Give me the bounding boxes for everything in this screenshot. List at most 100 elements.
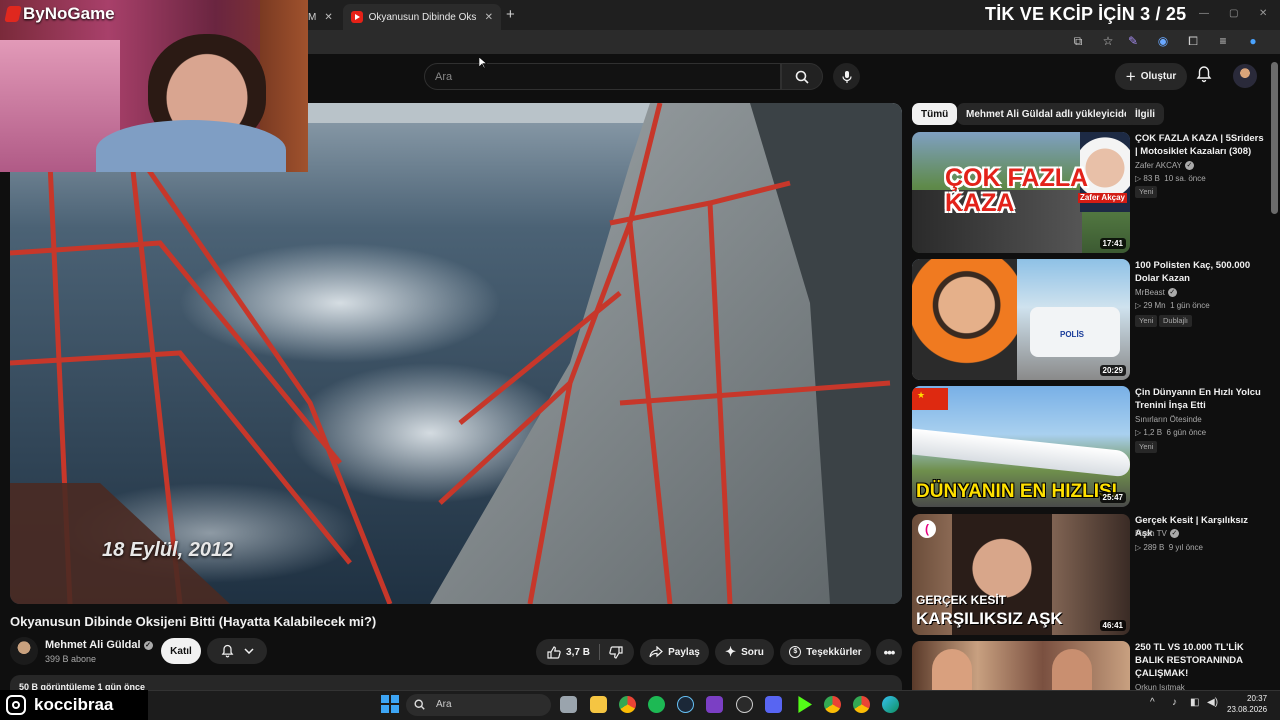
- taskbar-clock[interactable]: 20:37 23.08.2026: [1227, 693, 1267, 715]
- chip-all[interactable]: Tümü: [912, 103, 958, 125]
- install-app-icon[interactable]: ⧉: [1070, 34, 1086, 49]
- mouse-cursor-icon: [479, 57, 487, 69]
- recommendation-channel[interactable]: Zafer AKCAY ✓: [1135, 161, 1194, 170]
- recommendation-views: ▷ 289 B: [1135, 543, 1165, 552]
- search-button[interactable]: [781, 63, 823, 90]
- start-tile: [381, 695, 389, 703]
- search-input[interactable]: Ara: [424, 63, 781, 90]
- menu-icon[interactable]: ⋮: [1275, 34, 1280, 49]
- chip-related[interactable]: İlgili: [1126, 103, 1164, 125]
- new-tab-button[interactable]: +: [506, 6, 515, 23]
- subscriber-count: 399 B abone: [45, 654, 97, 664]
- recommendation-views: ▷ 29 Mn: [1135, 301, 1166, 310]
- task-view-icon[interactable]: [560, 696, 577, 713]
- avatar[interactable]: [1233, 64, 1257, 88]
- webcam-person-shirt: [96, 120, 286, 172]
- obs-icon[interactable]: [736, 696, 753, 713]
- ask-label: Soru: [741, 646, 764, 658]
- recommendation-channel[interactable]: Flash TV ✓: [1135, 529, 1179, 538]
- search-icon: [414, 699, 425, 710]
- reading-list-icon[interactable]: ≡: [1215, 34, 1231, 49]
- brand-logo: ByNoGame: [4, 4, 115, 24]
- search-icon: [795, 70, 809, 84]
- channel-avatar[interactable]: [10, 637, 38, 665]
- share-button[interactable]: Paylaş: [640, 639, 709, 665]
- thumbs-down-icon[interactable]: [609, 645, 623, 659]
- more-actions-button[interactable]: •••: [876, 639, 902, 665]
- super-thanks-icon: $: [789, 646, 802, 658]
- thumbnail-name-tag: Zafer Akçay: [1077, 193, 1127, 203]
- extensions-icon[interactable]: ⧠: [1185, 34, 1201, 49]
- like-count: 3,7 B: [566, 646, 590, 658]
- network-icon[interactable]: ◧: [1190, 697, 1199, 708]
- close-window-icon[interactable]: ✕: [1259, 8, 1267, 19]
- create-button[interactable]: + Oluştur: [1115, 63, 1187, 90]
- recommendation-title[interactable]: ÇOK FAZLA KAZA | 5Sriders | Motosiklet K…: [1135, 132, 1265, 158]
- tray-chevron-icon[interactable]: ^: [1150, 697, 1155, 708]
- minimize-icon[interactable]: —: [1199, 8, 1209, 19]
- recommendation-age: 9 yıl önce: [1168, 543, 1203, 552]
- start-tile: [391, 705, 399, 713]
- recommendation-meta: ▷ 289 B 9 yıl önce: [1135, 543, 1203, 552]
- ask-button[interactable]: ✦ Soru: [715, 639, 774, 665]
- recommendation-thumbnail[interactable]: ★ DÜNYANIN EN HIZLISI 25:47: [912, 386, 1130, 507]
- discord-icon[interactable]: [765, 696, 782, 713]
- chrome-icon[interactable]: [619, 696, 636, 713]
- thanks-button[interactable]: $ Teşekkürler: [780, 639, 871, 665]
- voice-search-button[interactable]: [833, 63, 860, 90]
- chrome-icon[interactable]: [853, 696, 870, 713]
- windows-start-icon[interactable]: [381, 695, 399, 713]
- recommendation-channel-text: Zafer AKCAY: [1135, 161, 1182, 170]
- profile-icon[interactable]: ●: [1245, 34, 1261, 49]
- recommendation-meta: ▷ 29 Mn 1 gün önce: [1135, 301, 1210, 310]
- thumbnail-text-top: GERÇEK KESİT: [916, 593, 1007, 607]
- chrome-icon[interactable]: [824, 696, 841, 713]
- recommendation-channel-text: MrBeast: [1135, 288, 1165, 297]
- thumbnail-text: ÇOK FAZLA KAZA: [945, 164, 1088, 217]
- close-icon[interactable]: ✕: [485, 12, 493, 23]
- recommendation-channel[interactable]: Sınırların Ötesinde: [1135, 415, 1202, 424]
- recommendation-thumbnail[interactable]: ( GERÇEK KESİT KARŞILIKSIZ AŞK 46:41: [912, 514, 1130, 635]
- tab-previous-label: M: [308, 11, 317, 23]
- new-badge: Yeni: [1135, 186, 1158, 198]
- tab-video-label: Okyanusun Dibinde Oksijeni Bi: [368, 11, 477, 23]
- thumbnail-person: [912, 259, 1017, 380]
- video-player[interactable]: 18 Eylül, 2012: [10, 103, 902, 604]
- chip-from-uploader[interactable]: Mehmet Ali Güldal adlı yükleyiciden: [957, 103, 1145, 125]
- recommendation-thumbnail[interactable]: POLİS 20:29: [912, 259, 1130, 380]
- youtube-favicon-icon: [351, 11, 363, 23]
- recommendation-title[interactable]: Çin Dünyanın En Hızlı Yolcu Trenini İnşa…: [1135, 386, 1265, 412]
- channel-name-text: Mehmet Ali Güldal: [45, 639, 141, 651]
- recommendation-title[interactable]: 250 TL VS 10.000 TL'LİK BALIK RESTORANIN…: [1135, 641, 1265, 680]
- spotify-icon[interactable]: [648, 696, 665, 713]
- steam-icon[interactable]: [677, 696, 694, 713]
- tab-video[interactable]: Okyanusun Dibinde Oksijeni Bi ✕: [343, 4, 501, 30]
- page-scrollbar[interactable]: [1271, 62, 1278, 214]
- volume-icon[interactable]: ◀): [1207, 697, 1218, 708]
- plus-icon: +: [1125, 67, 1136, 86]
- recommendation-channel[interactable]: MrBeast ✓: [1135, 288, 1177, 297]
- maximize-icon[interactable]: ▢: [1229, 8, 1238, 19]
- like-divider: [598, 644, 600, 660]
- verified-icon: ✓: [143, 641, 153, 650]
- edge-icon[interactable]: [882, 696, 899, 713]
- like-button[interactable]: 3,7 B: [547, 645, 590, 659]
- tray-microphone-icon[interactable]: ♪: [1172, 697, 1177, 708]
- subscription-bell-button[interactable]: [207, 638, 267, 664]
- extension-pen-icon[interactable]: ✎: [1125, 34, 1141, 49]
- extension-audio-icon[interactable]: ◉: [1155, 34, 1171, 49]
- recommendation-thumbnail[interactable]: [912, 641, 1130, 690]
- close-icon[interactable]: ✕: [324, 12, 332, 23]
- bookmark-star-icon[interactable]: ☆: [1100, 34, 1116, 49]
- recommendation-title[interactable]: 100 Polisten Kaç, 500.000 Dolar Kazan: [1135, 259, 1265, 285]
- join-button[interactable]: Katıl: [161, 638, 201, 664]
- recommendation-thumbnail[interactable]: ÇOK FAZLA KAZA Zafer Akçay 17:41: [912, 132, 1130, 253]
- new-badge: Yeni: [1135, 441, 1158, 453]
- taskbar-search-input[interactable]: Ara: [406, 694, 551, 716]
- channel-name[interactable]: Mehmet Ali Güldal ✓: [45, 639, 153, 651]
- app-icon[interactable]: [706, 696, 723, 713]
- file-explorer-icon[interactable]: [590, 696, 607, 713]
- notifications-bell-icon[interactable]: [1196, 65, 1212, 83]
- tab-previous[interactable]: M ✕: [308, 4, 333, 30]
- thumbs-up-icon: [547, 645, 561, 659]
